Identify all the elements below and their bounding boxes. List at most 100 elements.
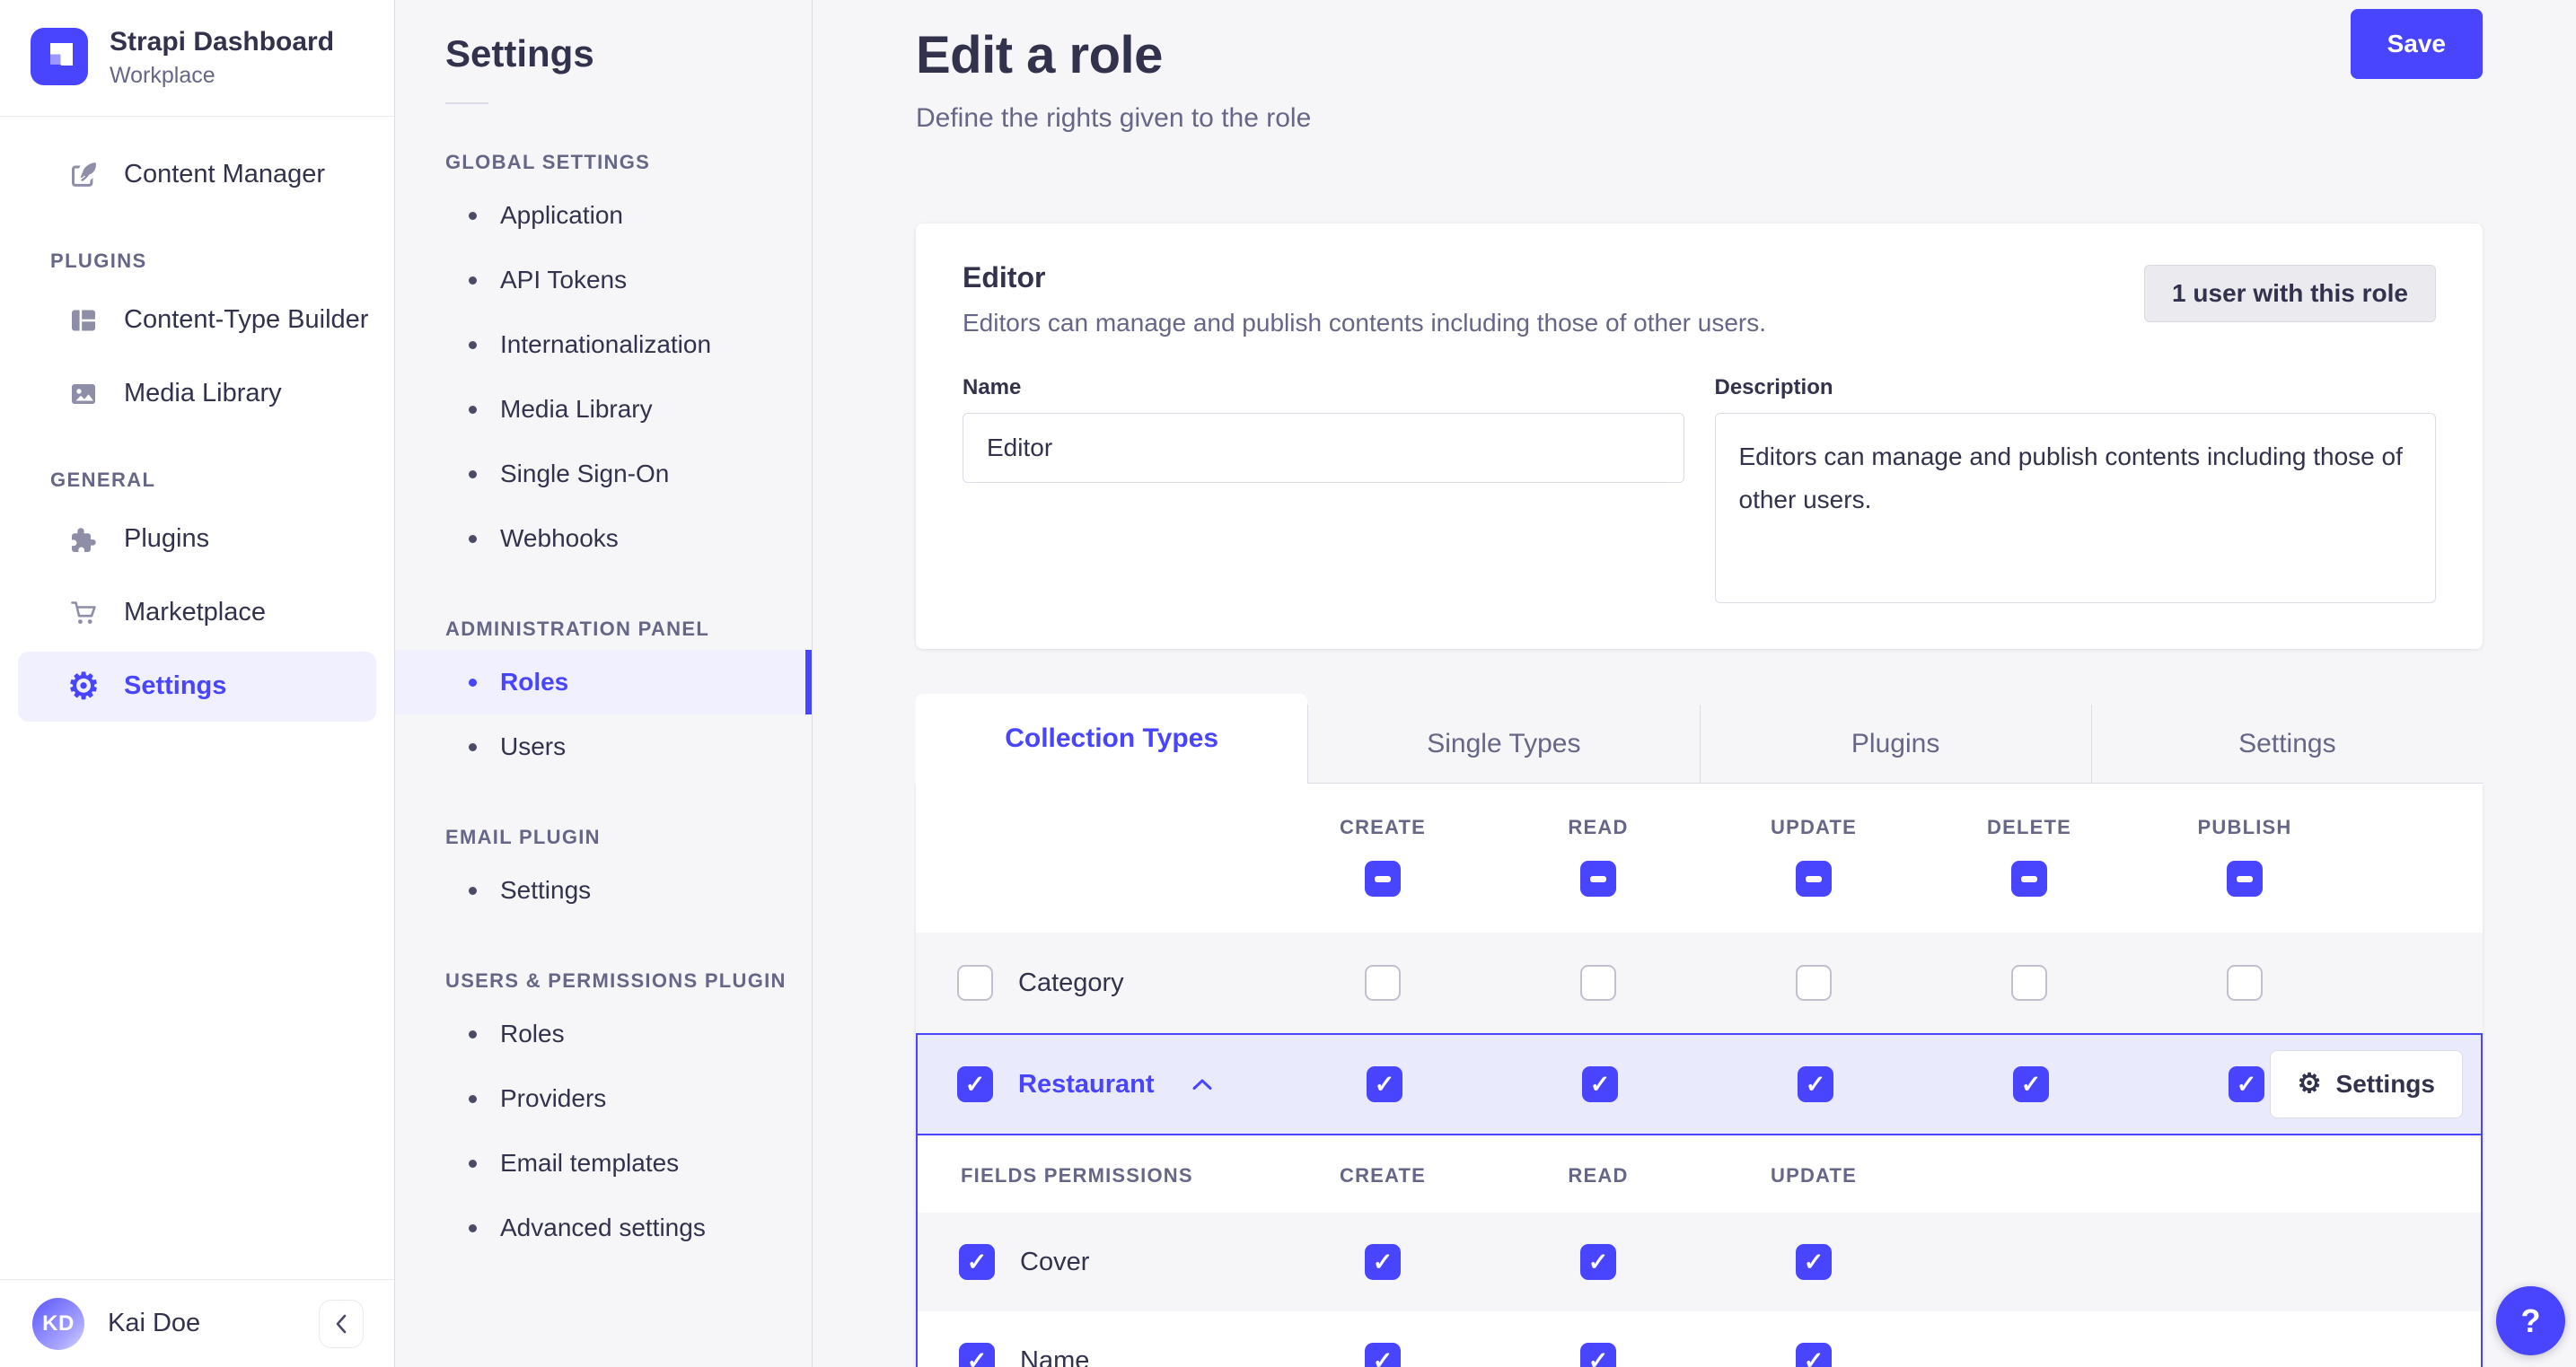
subnav-item-label: Settings (500, 876, 592, 904)
user-area: KD Kai Doe (0, 1279, 394, 1367)
subnav-item-email-settings[interactable]: Settings (395, 858, 812, 923)
table-row-category: Category (916, 933, 2483, 1033)
sidebar-item-label: Marketplace (124, 598, 266, 627)
chevron-up-icon[interactable] (1192, 1078, 1212, 1091)
role-description-text: Editors can manage and publish contents … (963, 309, 1767, 337)
category-create-checkbox[interactable] (1365, 965, 1401, 1001)
subnav-item-label: Webhooks (500, 524, 619, 552)
permissions-panel: CREATE READ UPDATE DELETE PUBLISH Catego… (916, 784, 2483, 1367)
category-delete-checkbox[interactable] (2011, 965, 2047, 1001)
subnav-item-providers[interactable]: Providers (395, 1066, 812, 1131)
description-field-label: Description (1714, 375, 1833, 399)
sidebar-item-content-manager[interactable]: Content Manager (18, 140, 376, 210)
cover-row-checkbox[interactable] (959, 1244, 995, 1280)
chevron-left-icon (336, 1314, 347, 1333)
collapse-sidebar-button[interactable] (319, 1299, 364, 1348)
table-row-restaurant: Restaurant ⚙ Settings (918, 1035, 2481, 1135)
subnav-item-up-roles[interactable]: Roles (395, 1002, 812, 1066)
workspace-switcher[interactable]: Strapi Dashboard Workplace (0, 0, 394, 116)
role-name-input[interactable] (963, 413, 1684, 483)
gear-icon: ⚙ (2297, 1069, 2322, 1099)
cover-read-checkbox[interactable] (1580, 1244, 1616, 1280)
sidebar-item-plugins[interactable]: Plugins (18, 504, 376, 574)
subnav-item-application[interactable]: Application (395, 183, 812, 248)
name-create-checkbox[interactable] (1365, 1343, 1401, 1367)
name-update-checkbox[interactable] (1796, 1343, 1832, 1367)
workspace-name: Workplace (110, 62, 215, 88)
restaurant-settings-button[interactable]: ⚙ Settings (2269, 1050, 2463, 1118)
permissions-tabs: Collection Types Single Types Plugins Se… (916, 694, 2483, 784)
subnav-item-users[interactable]: Users (395, 714, 812, 779)
save-button[interactable]: Save (2350, 9, 2483, 79)
column-label-read: READ (1568, 816, 1629, 838)
restaurant-delete-checkbox[interactable] (2013, 1066, 2049, 1102)
bullet-icon (469, 469, 477, 478)
subnav-item-label: API Tokens (500, 266, 628, 294)
strapi-logo-icon (31, 28, 88, 86)
bullet-icon (469, 211, 477, 220)
fields-permissions-label: FIELDS PERMISSIONS (961, 1164, 1193, 1187)
sidebar-item-marketplace[interactable]: Marketplace (18, 578, 376, 648)
category-update-checkbox[interactable] (1796, 965, 1832, 1001)
bullet-icon (469, 1223, 477, 1232)
avatar[interactable]: KD (32, 1297, 84, 1350)
subnav-item-webhooks[interactable]: Webhooks (395, 506, 812, 571)
name-row-checkbox[interactable] (959, 1343, 995, 1367)
restaurant-update-checkbox[interactable] (1798, 1066, 1833, 1102)
cover-update-checkbox[interactable] (1796, 1244, 1832, 1280)
select-all-create-checkbox[interactable] (1365, 861, 1401, 897)
media-library-icon (68, 379, 99, 409)
subnav-item-media-library[interactable]: Media Library (395, 377, 812, 442)
restaurant-row-checkbox[interactable] (957, 1066, 993, 1102)
tab-single-types[interactable]: Single Types (1307, 705, 1700, 784)
select-all-update-checkbox[interactable] (1796, 861, 1832, 897)
page-subtitle: Define the rights given to the role (916, 103, 1312, 133)
restaurant-read-checkbox[interactable] (1582, 1066, 1618, 1102)
sidebar-item-label: Content Manager (124, 160, 326, 188)
gear-icon: ⚙ (67, 666, 100, 706)
restaurant-publish-checkbox[interactable] (2229, 1066, 2264, 1102)
subnav-item-advanced-settings[interactable]: Advanced settings (395, 1196, 812, 1260)
tab-collection-types[interactable]: Collection Types (916, 694, 1308, 784)
subnav-item-single-sign-on[interactable]: Single Sign-On (395, 442, 812, 506)
subnav-item-label: Advanced settings (500, 1214, 706, 1241)
bullet-icon (469, 340, 477, 349)
bullet-icon (469, 534, 477, 543)
row-label[interactable]: Category (1018, 968, 1124, 998)
subnav-item-email-templates[interactable]: Email templates (395, 1131, 812, 1196)
subnav-item-internationalization[interactable]: Internationalization (395, 312, 812, 377)
tab-settings[interactable]: Settings (2090, 705, 2483, 784)
sidebar-item-content-type-builder[interactable]: Content-Type Builder (18, 285, 376, 355)
restaurant-create-checkbox[interactable] (1367, 1066, 1402, 1102)
subnav-group-global-settings: GLOBAL SETTINGS (445, 151, 651, 173)
sidebar-item-label: Media Library (124, 379, 282, 407)
row-label[interactable]: Cover (1020, 1248, 1089, 1277)
subnav-item-api-tokens[interactable]: API Tokens (395, 248, 812, 312)
column-label-create: CREATE (1339, 816, 1427, 838)
sidebar-item-settings[interactable]: ⚙ Settings (18, 651, 376, 722)
help-button[interactable]: ? (2496, 1286, 2565, 1355)
category-row-checkbox[interactable] (957, 965, 993, 1001)
row-label[interactable]: Name (1020, 1346, 1089, 1367)
subnav-item-label: Media Library (500, 395, 653, 423)
sidebar-item-media-library[interactable]: Media Library (18, 359, 376, 429)
name-read-checkbox[interactable] (1580, 1343, 1616, 1367)
column-label-update: UPDATE (1770, 816, 1858, 838)
main-sidebar: Strapi Dashboard Workplace Content Manag… (0, 0, 395, 1367)
select-all-delete-checkbox[interactable] (2011, 861, 2047, 897)
row-label[interactable]: Restaurant (1018, 1070, 1155, 1100)
app-title: Strapi Dashboard (110, 27, 335, 57)
role-description-input[interactable]: Editors can manage and publish contents … (1714, 413, 2436, 603)
tab-plugins[interactable]: Plugins (1699, 705, 2091, 784)
category-read-checkbox[interactable] (1580, 965, 1616, 1001)
subnav-item-roles[interactable]: Roles (395, 650, 812, 714)
select-all-read-checkbox[interactable] (1580, 861, 1616, 897)
sidebar-item-label: Content-Type Builder (124, 305, 369, 334)
divider (445, 102, 488, 104)
subnav-item-label: Roles (500, 1020, 565, 1047)
cover-create-checkbox[interactable] (1365, 1244, 1401, 1280)
subnav-item-label: Single Sign-On (500, 460, 670, 487)
users-with-role-button[interactable]: 1 user with this role (2144, 265, 2436, 322)
category-publish-checkbox[interactable] (2227, 965, 2263, 1001)
select-all-publish-checkbox[interactable] (2227, 861, 2263, 897)
